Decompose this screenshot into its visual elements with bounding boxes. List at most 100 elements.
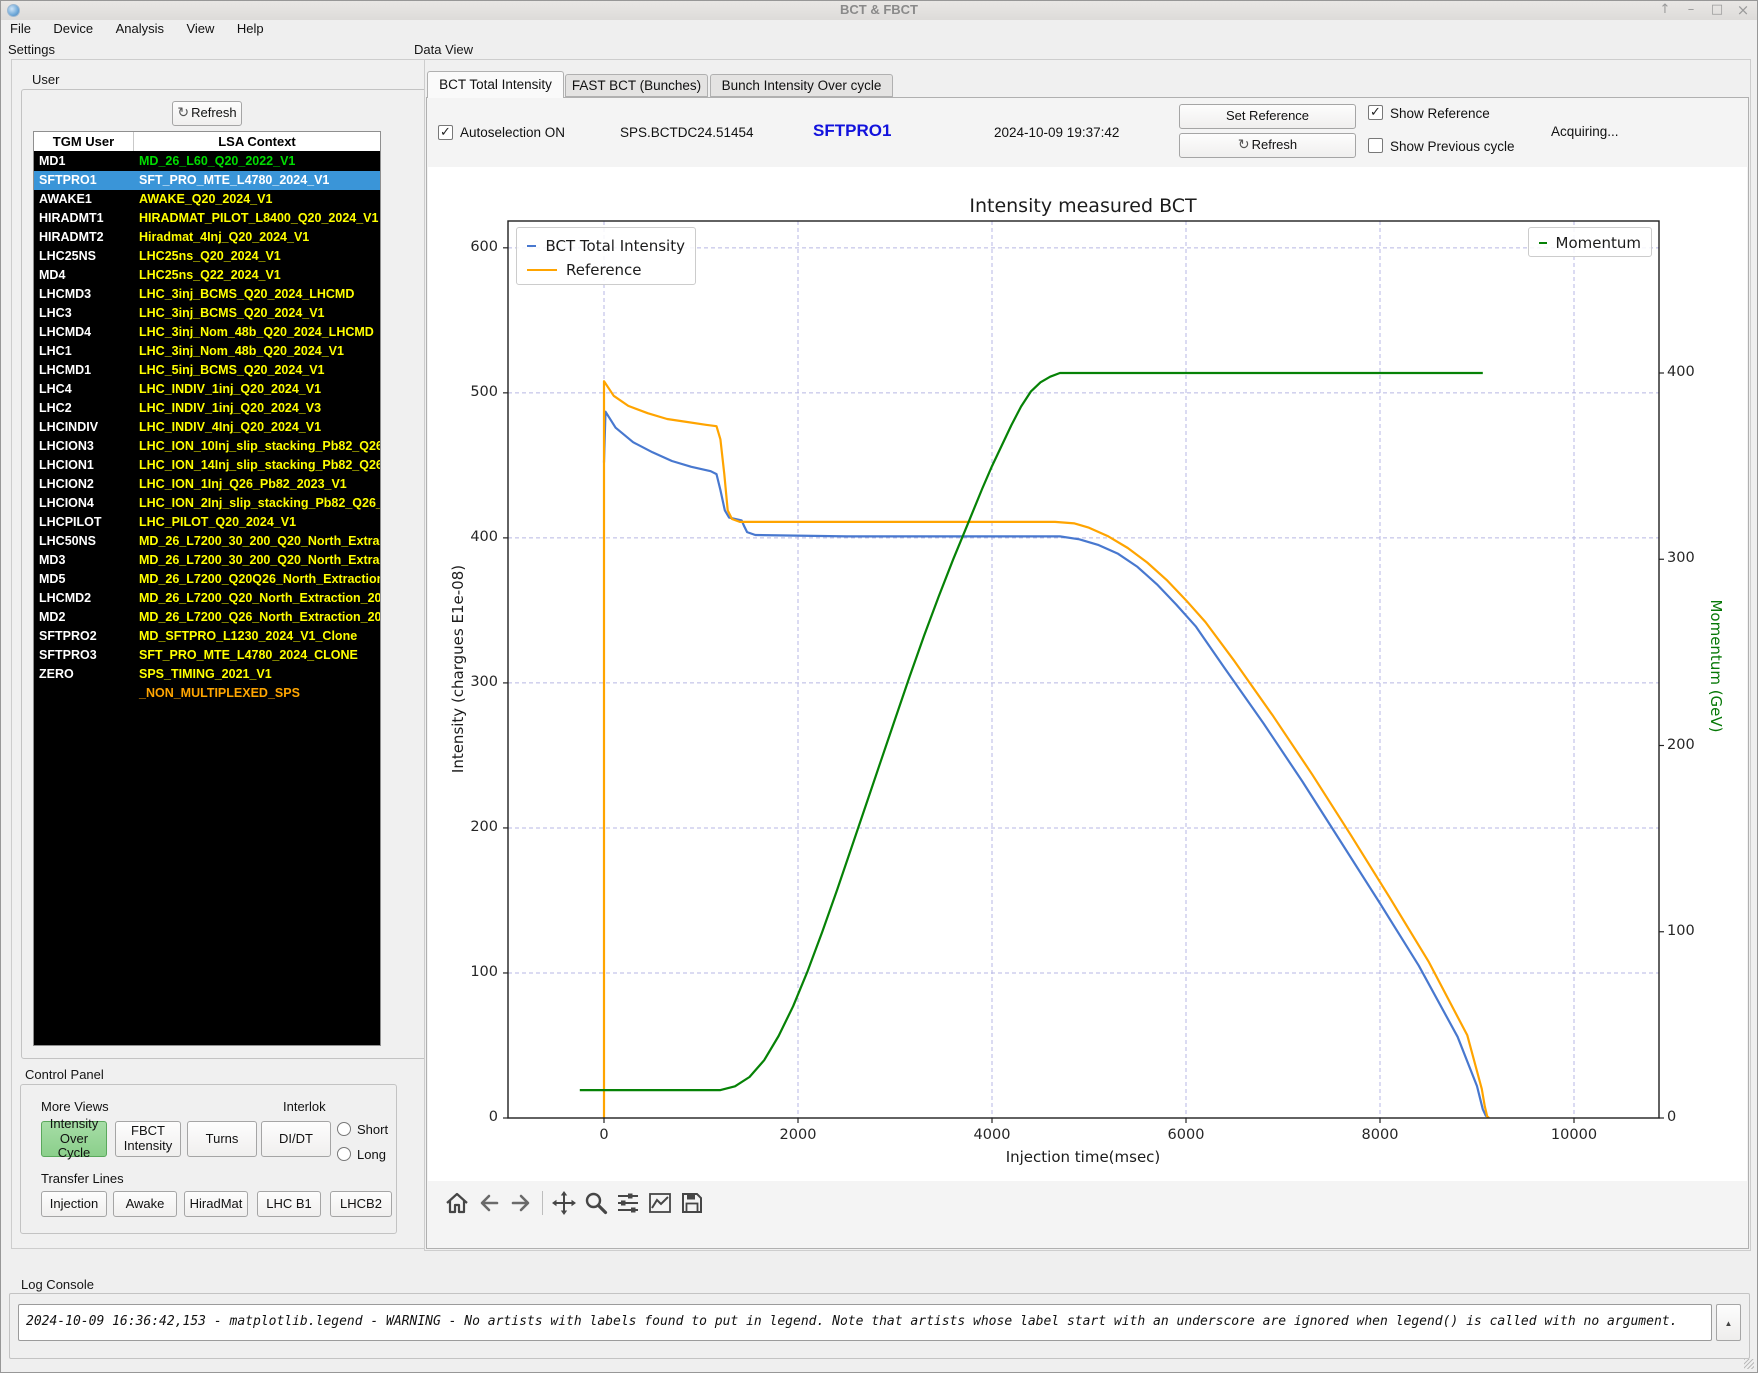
injection-button[interactable]: Injection [41,1191,107,1217]
subplots-icon[interactable] [612,1188,644,1218]
forward-icon[interactable] [505,1188,537,1218]
table-row[interactable]: LHC50NS MD_26_L7200_30_200_Q20_North_Extr… [34,532,380,551]
lsa-context-cell[interactable]: MD_26_L7200_Q26_North_Extraction_2024... [134,608,380,627]
tgm-user-cell[interactable]: SFTPRO2 [34,627,134,646]
table-row[interactable]: SFTPRO2 MD_SFTPRO_L1230_2024_V1_Clone [34,627,380,646]
lsa-context-cell[interactable]: LHC_INDIV_4Inj_Q20_2024_V1 [134,418,380,437]
tgm-user-cell[interactable]: LHCPILOT [34,513,134,532]
table-row[interactable]: LHC4 LHC_INDIV_1inj_Q20_2024_V1 [34,380,380,399]
title-bar[interactable]: BCT & FBCT ↑ – □ × [1,1,1757,21]
lsa-context-cell[interactable]: LHC_3inj_BCMS_Q20_2024_LHCMD [134,285,380,304]
lsa-context-cell[interactable]: LHC_ION_1Inj_Q26_Pb82_2023_V1 [134,475,380,494]
lsa-context-cell[interactable]: LHC_INDIV_1inj_Q20_2024_V3 [134,399,380,418]
tab-fast-bct-bunches[interactable]: FAST BCT (Bunches) [565,74,708,97]
interlok-short-label[interactable]: Short [357,1122,388,1137]
lsa-context-cell[interactable]: MD_26_L60_Q20_2022_V1 [134,152,380,171]
log-field[interactable]: 2024-10-09 16:36:42,153 - matplotlib.leg… [18,1304,1712,1341]
lsa-context-cell[interactable]: MD_26_L7200_Q20_North_Extraction_2024... [134,589,380,608]
lsa-context-cell[interactable]: LHC_5inj_BCMS_Q20_2024_V1 [134,361,380,380]
column-header-tgm-user[interactable]: TGM User [34,132,134,151]
chart-canvas[interactable] [428,167,1747,1181]
back-icon[interactable] [473,1188,505,1218]
show-reference-checkbox[interactable]: ✓ [1368,105,1383,120]
lsa-context-cell[interactable]: LHC_PILOT_Q20_2024_V1 [134,513,380,532]
tgm-user-cell[interactable]: LHC25NS [34,247,134,266]
tgm-user-cell[interactable]: LHCION2 [34,475,134,494]
legend-intensity[interactable]: BCT Total Intensity Reference [516,227,696,285]
lsa-context-cell[interactable]: LHC25ns_Q20_2024_V1 [134,247,380,266]
lsa-context-cell[interactable]: MD_26_L7200_30_200_Q20_North_Extractio..… [134,551,380,570]
lhcb2-button[interactable]: LHCB2 [330,1191,392,1217]
tgm-user-cell[interactable]: MD4 [34,266,134,285]
tgm-user-cell[interactable]: HIRADMT2 [34,228,134,247]
tgm-user-cell[interactable]: LHCMD2 [34,589,134,608]
lsa-context-cell[interactable]: MD_SFTPRO_L1230_2024_V1_Clone [134,627,380,646]
dataview-refresh-button[interactable]: ↻ Refresh [1179,133,1356,158]
table-row[interactable]: LHC1 LHC_3inj_Nom_48b_Q20_2024_V1 [34,342,380,361]
table-row[interactable]: MD1 MD_26_L60_Q20_2022_V1 [34,152,380,171]
table-row[interactable]: LHCION3 LHC_ION_10Inj_slip_stacking_Pb82_… [34,437,380,456]
table-row[interactable]: MD4 LHC25ns_Q22_2024_V1 [34,266,380,285]
column-header-lsa-context[interactable]: LSA Context [134,132,380,151]
lsa-context-cell[interactable]: SPS_TIMING_2021_V1 [134,665,380,684]
tgm-user-cell[interactable]: LHCION1 [34,456,134,475]
tgm-user-cell[interactable]: SFTPRO3 [34,646,134,665]
lsa-context-cell[interactable]: SFT_PRO_MTE_L4780_2024_V1 [134,171,380,190]
tgm-user-cell[interactable]: AWAKE1 [34,190,134,209]
table-row[interactable]: SFTPRO3 SFT_PRO_MTE_L4780_2024_CLONE [34,646,380,665]
tgm-user-cell[interactable]: MD5 [34,570,134,589]
menu-view[interactable]: View [177,20,223,37]
lsa-context-cell[interactable]: Hiradmat_4Inj_Q20_2024_V1 [134,228,380,247]
table-row[interactable]: LHC3 LHC_3inj_BCMS_Q20_2024_V1 [34,304,380,323]
tgm-user-cell[interactable]: LHCION4 [34,494,134,513]
lsa-context-cell[interactable]: LHC_ION_10Inj_slip_stacking_Pb82_Q26_2..… [134,437,380,456]
tgm-user-cell[interactable]: LHCMD1 [34,361,134,380]
lsa-context-cell[interactable]: MD_26_L7200_30_200_Q20_North_Extractio..… [134,532,380,551]
show-previous-cycle-checkbox[interactable] [1368,138,1383,153]
tab-bunch-intensity-over-cycle[interactable]: Bunch Intensity Over cycle [710,74,893,97]
tgm-user-cell[interactable] [34,684,134,703]
interlok-long-label[interactable]: Long [357,1147,386,1162]
lsa-context-cell[interactable]: LHC_ION_14Inj_slip_stacking_Pb82_Q26_2..… [134,456,380,475]
tgm-user-cell[interactable]: MD3 [34,551,134,570]
pan-icon[interactable] [548,1188,580,1218]
autoselection-checkbox[interactable]: ✓ [438,125,453,140]
lsa-context-cell[interactable]: LHC25ns_Q22_2024_V1 [134,266,380,285]
di-dt-button[interactable]: DI/DT [261,1121,331,1157]
tgm-user-cell[interactable]: LHC4 [34,380,134,399]
table-row[interactable]: LHCMD4 LHC_3inj_Nom_48b_Q20_2024_LHCMD [34,323,380,342]
tgm-user-cell[interactable]: LHC3 [34,304,134,323]
table-row[interactable]: LHCPILOT LHC_PILOT_Q20_2024_V1 [34,513,380,532]
interlok-long-radio[interactable] [337,1147,351,1161]
lsa-context-cell[interactable]: _NON_MULTIPLEXED_SPS [134,684,380,703]
intensity-over-cycle-button[interactable]: Intensity Over Cycle [41,1116,107,1160]
tgm-user-cell[interactable]: LHCMD4 [34,323,134,342]
lsa-context-cell[interactable]: LHC_ION_2Inj_slip_stacking_Pb82_Q26_20..… [134,494,380,513]
user-refresh-button[interactable]: ↻ Refresh [172,101,242,126]
interlok-short-radio[interactable] [337,1122,351,1136]
home-icon[interactable] [441,1188,473,1218]
table-row[interactable]: HIRADMT1 HIRADMAT_PILOT_L8400_Q20_2024_V1 [34,209,380,228]
table-row[interactable]: LHC25NS LHC25ns_Q20_2024_V1 [34,247,380,266]
table-row[interactable]: SFTPRO1 SFT_PRO_MTE_L4780_2024_V1 [34,171,380,190]
table-row[interactable]: MD2 MD_26_L7200_Q26_North_Extraction_2024… [34,608,380,627]
lsa-context-cell[interactable]: SFT_PRO_MTE_L4780_2024_CLONE [134,646,380,665]
close-button[interactable]: × [1731,1,1755,19]
save-icon[interactable] [676,1188,708,1218]
table-row[interactable]: _NON_MULTIPLEXED_SPS [34,684,380,703]
table-row[interactable]: LHCION1 LHC_ION_14Inj_slip_stacking_Pb82_… [34,456,380,475]
keep-above-button[interactable]: ↑ [1653,1,1677,19]
table-row[interactable]: LHCION2 LHC_ION_1Inj_Q26_Pb82_2023_V1 [34,475,380,494]
lhc-b1-button[interactable]: LHC B1 [257,1191,321,1217]
minimize-button[interactable]: – [1679,1,1703,19]
lsa-context-cell[interactable]: AWAKE_Q20_2024_V1 [134,190,380,209]
log-scroll-up-button[interactable]: ▲ [1716,1304,1741,1341]
resize-grip[interactable] [1744,1359,1754,1369]
tgm-user-cell[interactable]: LHCINDIV [34,418,134,437]
menu-device[interactable]: Device [44,20,102,37]
tgm-user-cell[interactable]: LHCMD3 [34,285,134,304]
maximize-button[interactable]: □ [1705,1,1729,19]
tgm-user-cell[interactable]: MD1 [34,152,134,171]
zoom-icon[interactable] [580,1188,612,1218]
hiradmat-button[interactable]: HiradMat [184,1191,248,1217]
